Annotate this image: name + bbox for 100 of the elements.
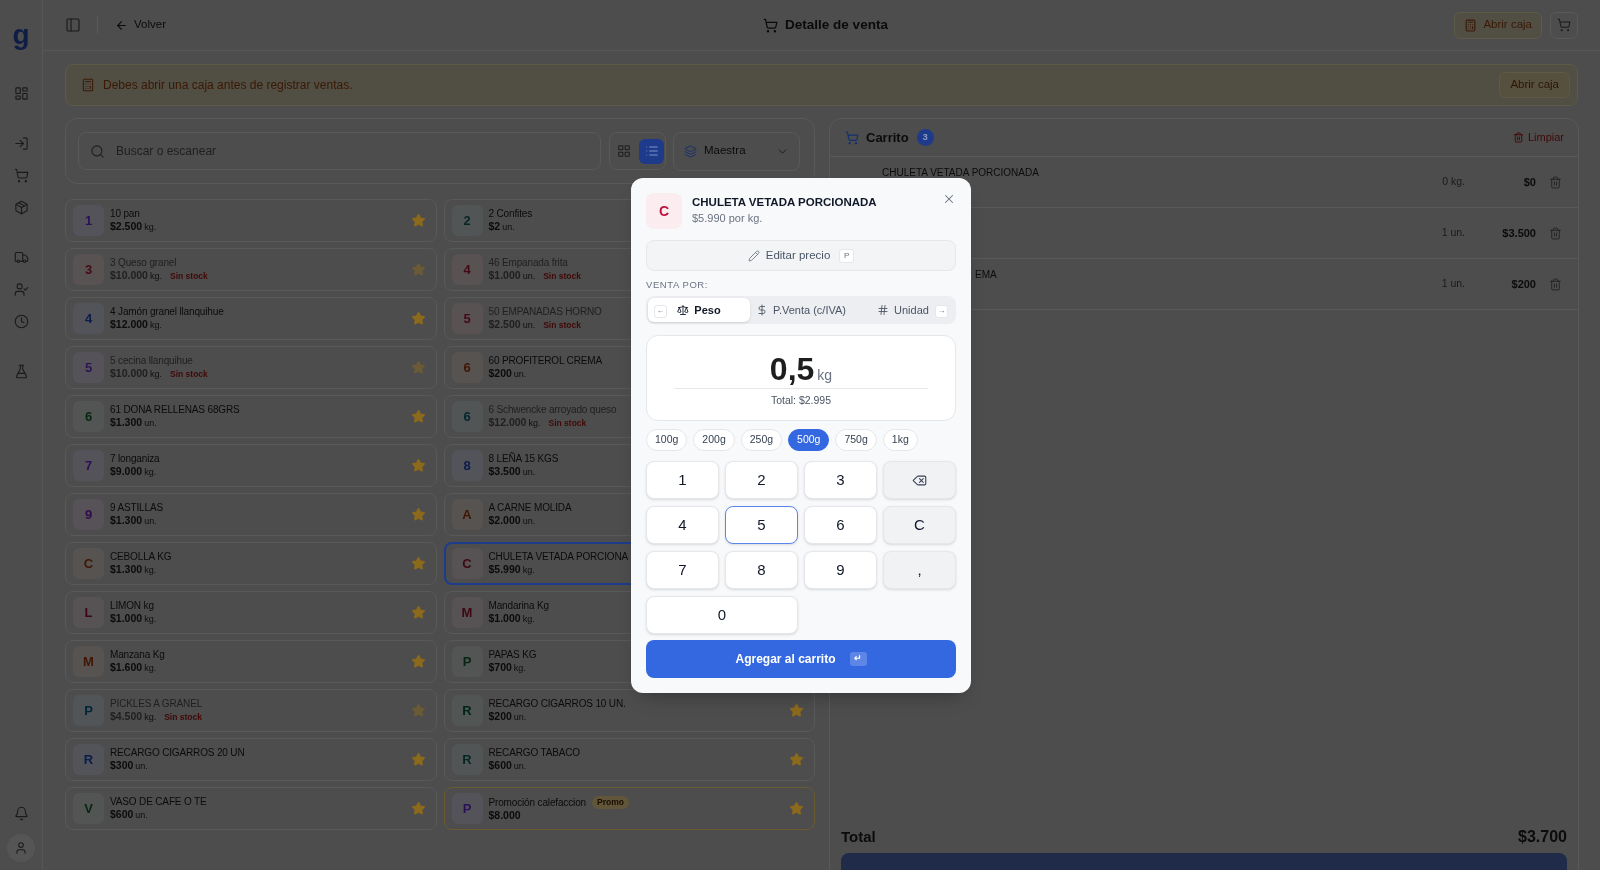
cart-icon[interactable] bbox=[13, 167, 29, 183]
keypad-key[interactable]: 7 bbox=[646, 551, 719, 589]
cart-count-badge: 3 bbox=[916, 129, 934, 146]
keypad-key[interactable]: 9 bbox=[804, 551, 877, 589]
page-title: Detalle de venta bbox=[785, 15, 888, 34]
arrow-left-icon bbox=[115, 18, 128, 32]
keypad-key[interactable]: 5 bbox=[725, 506, 798, 544]
star-icon[interactable] bbox=[410, 556, 426, 571]
star-icon[interactable] bbox=[410, 311, 426, 326]
cart-button[interactable] bbox=[1550, 11, 1578, 39]
product-initial: 1 bbox=[73, 205, 104, 236]
star-icon[interactable] bbox=[789, 801, 804, 816]
keypad-key[interactable]: , bbox=[883, 551, 956, 589]
product-initial: R bbox=[73, 744, 104, 775]
clear-cart-button[interactable]: Limpiar bbox=[1512, 129, 1564, 146]
product-name: PAPAS KG bbox=[488, 647, 537, 661]
sell-by-tab[interactable]: ← Peso bbox=[648, 298, 750, 322]
star-icon[interactable] bbox=[410, 213, 426, 228]
bell-icon[interactable] bbox=[13, 805, 29, 821]
star-icon[interactable] bbox=[410, 458, 426, 473]
dashboard-icon[interactable] bbox=[13, 85, 29, 101]
product-price: $2 bbox=[488, 219, 501, 233]
pencil-icon bbox=[747, 249, 760, 262]
product-name: Manzana Kg bbox=[110, 647, 165, 661]
user-icon[interactable] bbox=[7, 834, 35, 862]
back-button[interactable]: Volver bbox=[115, 16, 166, 34]
star-icon[interactable] bbox=[410, 360, 426, 375]
product-name: VASO DE CAFE O TE bbox=[110, 794, 207, 808]
product-price: $5.990 bbox=[488, 562, 521, 576]
product-card[interactable]: P Promoción calefaccion Promo $8.000 bbox=[443, 787, 815, 830]
box-icon[interactable] bbox=[13, 199, 29, 215]
product-name: 9 ASTILLAS bbox=[110, 500, 163, 514]
panel-left-icon[interactable] bbox=[65, 17, 81, 33]
quantity-value: 0,5 bbox=[769, 354, 815, 384]
keypad-key[interactable]: 3 bbox=[804, 461, 877, 499]
star-icon[interactable] bbox=[410, 507, 426, 522]
user-check-icon[interactable] bbox=[13, 281, 29, 297]
star-icon[interactable] bbox=[410, 262, 426, 277]
quantity-preset[interactable]: 200g bbox=[693, 429, 735, 451]
product-initial: 6 bbox=[73, 401, 104, 432]
keypad-key[interactable]: 8 bbox=[725, 551, 798, 589]
keypad-key[interactable]: 6 bbox=[804, 506, 877, 544]
keypad-key[interactable]: C bbox=[883, 506, 956, 544]
product-initial: C bbox=[73, 548, 104, 579]
keypad-key[interactable]: 1 bbox=[646, 461, 719, 499]
product-initial: P bbox=[73, 695, 104, 726]
product-name: RECARGO CIGARROS 10 UN. bbox=[488, 696, 626, 710]
app-logo[interactable]: g bbox=[12, 20, 30, 50]
close-icon[interactable] bbox=[942, 192, 956, 206]
product-initial: 6 bbox=[451, 401, 483, 432]
star-icon[interactable] bbox=[410, 801, 426, 816]
quantity-preset[interactable]: 500g bbox=[788, 429, 830, 451]
keypad-key[interactable]: 2 bbox=[725, 461, 798, 499]
list-view-button[interactable] bbox=[639, 138, 664, 164]
product-price: $9.000 bbox=[110, 464, 143, 478]
product-initial: M bbox=[451, 597, 483, 628]
calculator-icon bbox=[81, 78, 95, 92]
trash-icon[interactable] bbox=[1549, 175, 1562, 189]
trash-icon[interactable] bbox=[1549, 277, 1562, 291]
stock-status: Sin stock bbox=[164, 710, 202, 724]
product-initial: C bbox=[451, 548, 483, 579]
edit-price-button[interactable]: Editar precio P bbox=[646, 240, 956, 271]
product-price: $12.000 bbox=[110, 317, 148, 331]
price-unit: kg. bbox=[149, 367, 162, 381]
clock-icon[interactable] bbox=[13, 313, 29, 329]
sell-by-tab[interactable]: Unidad → bbox=[852, 298, 954, 322]
backspace-key[interactable] bbox=[883, 461, 956, 499]
truck-icon[interactable] bbox=[13, 249, 29, 265]
hash-icon bbox=[877, 304, 890, 316]
quantity-preset[interactable]: 1kg bbox=[882, 429, 918, 451]
price-list-dropdown[interactable]: Maestra bbox=[673, 131, 800, 171]
login-icon[interactable] bbox=[13, 135, 29, 151]
product-price: $700 bbox=[488, 660, 512, 674]
stock-status: Sin stock bbox=[170, 269, 208, 283]
product-name: RECARGO TABACO bbox=[488, 745, 580, 759]
product-initial: M bbox=[73, 646, 104, 677]
add-to-cart-button[interactable]: Agregar al carrito ↵ bbox=[646, 640, 956, 678]
product-name: 4 Jamón granel llanquihue bbox=[110, 304, 224, 318]
product-card[interactable]: 4 4 Jamón granel llanquihue $12.000 kg. bbox=[65, 297, 437, 340]
flask-icon[interactable] bbox=[13, 363, 29, 379]
trash-icon[interactable] bbox=[1549, 226, 1562, 240]
open-register-button[interactable]: Abrir caja bbox=[1454, 11, 1542, 39]
star-icon[interactable] bbox=[410, 752, 426, 767]
star-icon[interactable] bbox=[410, 654, 426, 669]
cart-icon bbox=[845, 130, 859, 145]
star-icon[interactable] bbox=[789, 703, 804, 718]
product-price: $200 bbox=[488, 709, 512, 723]
open-register-button[interactable]: Abrir caja bbox=[1499, 72, 1570, 98]
keypad-key[interactable]: 0 bbox=[646, 596, 798, 634]
quantity-preset[interactable]: 100g bbox=[646, 429, 688, 451]
star-icon[interactable] bbox=[789, 752, 804, 767]
promo-badge: Promo bbox=[591, 795, 629, 809]
quantity-preset[interactable]: 750g bbox=[835, 429, 877, 451]
quantity-preset[interactable]: 250g bbox=[740, 429, 783, 451]
star-icon[interactable] bbox=[410, 409, 426, 424]
star-icon[interactable] bbox=[410, 605, 426, 620]
product-price: $3.500 bbox=[488, 464, 521, 478]
product-name: Mandarina Kg bbox=[488, 598, 549, 612]
star-icon[interactable] bbox=[410, 703, 426, 718]
keypad-key[interactable]: 4 bbox=[646, 506, 719, 544]
